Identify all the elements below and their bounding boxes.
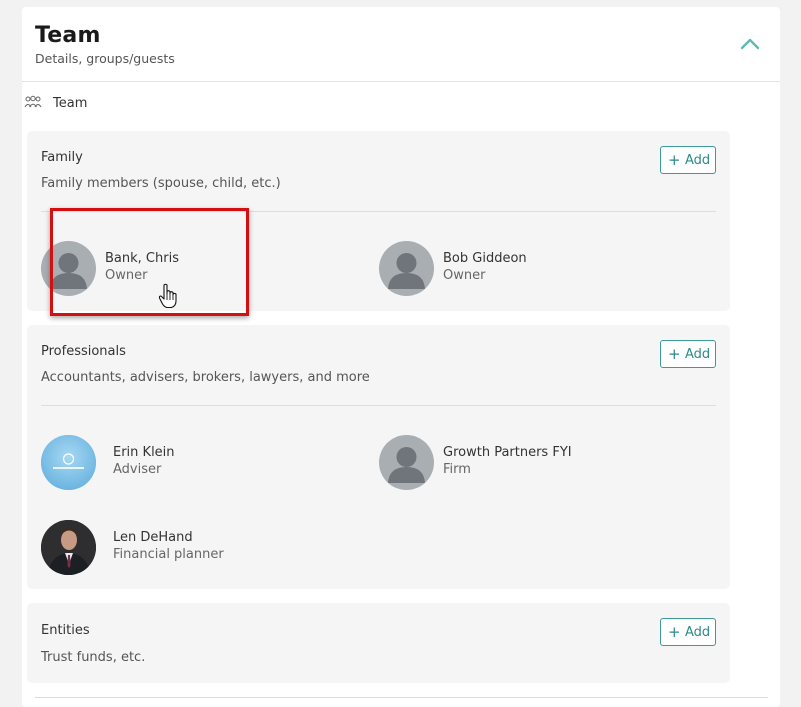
add-professional-button[interactable]: + Add — [660, 340, 716, 368]
divider — [35, 697, 768, 698]
plus-icon: + — [668, 623, 681, 641]
plus-icon: + — [668, 345, 681, 363]
member-role: Owner — [443, 268, 486, 283]
team-icon — [24, 95, 42, 108]
member-name: Bob Giddeon — [443, 251, 527, 266]
hand-cursor-icon — [158, 283, 177, 309]
member-role: Firm — [443, 462, 471, 477]
team-section-title: Team — [53, 96, 88, 111]
member-role: Adviser — [113, 462, 162, 477]
card-header: Team Details, groups/guests — [22, 7, 780, 82]
photo-avatar — [41, 520, 96, 575]
plus-icon: + — [668, 151, 681, 169]
group-title: Entities — [41, 623, 90, 638]
logo-avatar — [41, 435, 96, 490]
collapse-button[interactable] — [738, 33, 762, 53]
member-erin-klein[interactable]: Erin Klein Adviser — [41, 435, 341, 491]
group-title: Professionals — [41, 344, 126, 359]
professionals-group: Professionals Accountants, advisers, bro… — [27, 325, 730, 589]
add-family-button[interactable]: + Add — [660, 146, 716, 174]
member-growth-partners[interactable]: Growth Partners FYI Firm — [379, 435, 679, 491]
default-avatar-icon — [379, 435, 434, 490]
page-subtitle: Details, groups/guests — [35, 51, 175, 66]
member-len-dehand[interactable]: Len DeHand Financial planner — [41, 520, 341, 576]
page-title: Team — [35, 23, 101, 48]
group-description: Accountants, advisers, brokers, lawyers,… — [41, 370, 370, 385]
chevron-up-icon — [740, 38, 760, 50]
member-role: Financial planner — [113, 547, 224, 562]
group-title: Family — [41, 150, 83, 165]
member-name: Len DeHand — [113, 530, 193, 545]
divider — [41, 405, 716, 406]
add-entity-button[interactable]: + Add — [660, 618, 716, 646]
member-name: Erin Klein — [113, 445, 175, 460]
entities-group: Entities Trust funds, etc. + Add — [27, 603, 730, 683]
group-description: Trust funds, etc. — [41, 650, 146, 665]
group-description: Family members (spouse, child, etc.) — [41, 176, 281, 191]
highlight-box — [50, 208, 249, 316]
member-name: Growth Partners FYI — [443, 445, 572, 460]
member-bob-giddeon[interactable]: Bob Giddeon Owner — [379, 241, 679, 297]
default-avatar-icon — [379, 241, 434, 296]
